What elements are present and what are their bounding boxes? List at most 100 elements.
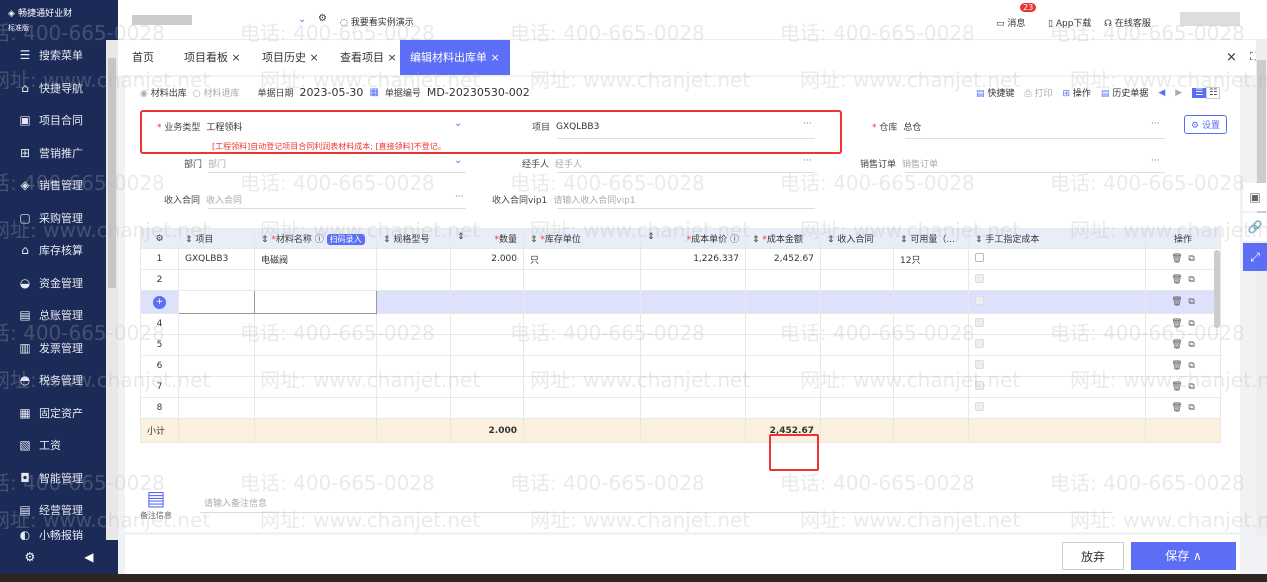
gear-icon[interactable]: ⚙ [318, 13, 327, 24]
copy-row-icon[interactable]: ⧉ [1188, 382, 1194, 392]
income-contract-field[interactable]: 收入合同 [206, 193, 242, 206]
radio-material-return[interactable]: ○ 材料退库 [193, 86, 240, 99]
manual-cost-checkbox[interactable] [975, 274, 984, 283]
settings-icon[interactable]: ⚙ [25, 550, 36, 564]
copy-row-icon[interactable]: ⧉ [1188, 340, 1194, 350]
avatar[interactable] [1180, 12, 1240, 26]
delete-icon[interactable]: 🗑 [1171, 403, 1182, 413]
manual-cost-checkbox[interactable] [975, 253, 984, 262]
table-row[interactable]: 2 🗑 ⧉ [140, 269, 1221, 291]
attachment-icon[interactable]: 🔗 [1243, 213, 1267, 241]
col-manual-cost[interactable]: ⇕ 手工指定成本 [968, 228, 1146, 249]
calendar-icon[interactable]: ▦ [369, 87, 378, 98]
delete-icon[interactable]: 🗑 [1171, 382, 1182, 392]
chevron-down-icon[interactable]: ⌄ [298, 14, 306, 25]
table-row[interactable]: 1 GXQLBB3 电磁阀 2.000 只 1,226.337 2,452.67 12只 🗑 ⧉ [140, 248, 1221, 270]
copy-row-icon[interactable]: ⧉ [1188, 254, 1194, 264]
save-button[interactable]: 保存 ∧ [1131, 542, 1236, 570]
more-icon[interactable]: ··· [1151, 119, 1160, 129]
remarks-input[interactable]: 请输入备注信息 [204, 496, 267, 509]
sidebar-item[interactable]: ⌂ 库存核算 [0, 235, 106, 265]
draft-icon[interactable]: ▣ [1243, 183, 1267, 211]
dept-field[interactable]: 部门 [208, 157, 226, 170]
delete-icon[interactable]: 🗑 [1171, 297, 1182, 307]
messages-button[interactable]: ▭ 消息 [996, 16, 1025, 29]
col-income-contract[interactable]: ⇕ 收入合同 [820, 228, 894, 249]
table-row[interactable]: 5 🗑 ⧉ [140, 334, 1221, 356]
sidebar-item[interactable]: ▢ 采购管理 [0, 203, 106, 233]
table-row[interactable]: 7 🗑 ⧉ [140, 376, 1221, 398]
income-contract-vip-field[interactable]: 请输入收入合同vip1 [553, 193, 635, 206]
close-icon[interactable]: × [1226, 50, 1237, 65]
chevron-down-icon[interactable]: ⌄ [454, 155, 462, 166]
settings-button[interactable]: ⚙ 设置 [1184, 115, 1227, 134]
table-scrollbar[interactable] [1214, 250, 1220, 328]
copy-row-icon[interactable]: ⧉ [1188, 361, 1194, 371]
tab-home[interactable]: 首页 [132, 40, 154, 75]
sidebar-item[interactable]: ⌂ 快捷导航 [0, 73, 106, 103]
add-row-icon[interactable]: + [153, 295, 166, 309]
table-row[interactable]: 4 🗑 ⧉ [140, 313, 1221, 335]
sidebar-item[interactable]: ◒ 资金管理 [0, 268, 106, 298]
column-settings-icon[interactable]: ⚙ [140, 228, 179, 249]
manual-cost-checkbox[interactable] [975, 360, 984, 369]
tab-edit-material-out[interactable]: 编辑材料出库单 × [400, 40, 510, 75]
support-button[interactable]: ☊ 在线客服 [1104, 16, 1151, 29]
sidebar-item[interactable]: ▣ 项目合同 [0, 105, 106, 135]
sidebar-item[interactable]: ▦ 固定资产 [0, 398, 106, 428]
delete-icon[interactable]: 🗑 [1171, 319, 1182, 329]
scan-entry-button[interactable]: 扫码录入 [326, 234, 365, 245]
copy-row-icon[interactable]: ⧉ [1188, 297, 1194, 307]
history-button[interactable]: ▤ 历史单据 [1101, 86, 1148, 99]
print-button[interactable]: ⎙ 打印 [1024, 86, 1052, 99]
sidebar-item[interactable]: ▧ 工资 [0, 430, 106, 460]
more-icon[interactable]: ··· [1151, 156, 1160, 166]
more-icon[interactable]: ··· [803, 156, 812, 166]
discard-button[interactable]: 放弃 [1062, 542, 1124, 570]
sidebar-item[interactable]: ▥ 发票管理 [0, 333, 106, 363]
company-selector[interactable] [132, 15, 192, 25]
sidebar-item[interactable]: ◓ 税务管理 [0, 365, 106, 395]
sidebar-item[interactable]: ◈ 销售管理 [0, 170, 106, 200]
copy-row-icon[interactable]: ⧉ [1188, 403, 1194, 413]
sidebar-item[interactable]: ▤ 总账管理 [0, 300, 106, 330]
more-icon[interactable]: ··· [455, 192, 464, 202]
delete-icon[interactable]: 🗑 [1171, 361, 1182, 371]
tab-project-history[interactable]: 项目历史 × [262, 40, 319, 75]
expand-icon[interactable]: ⤢ [1243, 243, 1267, 271]
sidebar-scrollbar[interactable] [106, 40, 118, 540]
collapse-icon[interactable]: ◀ [84, 550, 93, 564]
col-qty[interactable]: ⇕ *数量 [450, 228, 524, 249]
manual-cost-checkbox[interactable] [975, 339, 984, 348]
page-scrollbar[interactable] [1256, 40, 1267, 535]
tab-view-project[interactable]: 查看项目 × [340, 40, 397, 75]
tab-project-board[interactable]: 项目看板 × [184, 40, 241, 75]
delete-icon[interactable]: 🗑 [1171, 340, 1182, 350]
delete-icon[interactable]: 🗑 [1171, 254, 1182, 264]
sidebar-item[interactable]: ◘ 智能管理 [0, 463, 106, 493]
manual-cost-checkbox[interactable] [975, 318, 984, 327]
manual-cost-checkbox[interactable] [975, 296, 984, 305]
sales-order-field[interactable]: 销售订单 [902, 157, 938, 170]
table-row[interactable]: 8 🗑 ⧉ [140, 397, 1221, 419]
warehouse-field[interactable]: 总仓 [903, 120, 921, 133]
detail-view-icon[interactable]: ☷ [1206, 86, 1221, 99]
copy-row-icon[interactable]: ⧉ [1188, 319, 1194, 329]
col-unit[interactable]: ⇕ *库存单位 [523, 228, 641, 249]
sidebar-item[interactable]: ⊞ 营销推广 [0, 138, 106, 168]
next-icon[interactable]: ▶ [1175, 88, 1182, 98]
radio-material-out[interactable]: ◉ 材料出库 [140, 86, 187, 99]
operations-button[interactable]: ⊞ 操作 [1062, 86, 1090, 99]
sidebar-item[interactable]: ▤ 经营管理 [0, 495, 106, 525]
demo-link[interactable]: ◌ 我要看实例演示 [340, 15, 414, 28]
date-field[interactable]: 2023-05-30 [300, 86, 364, 99]
handler-field[interactable]: 经手人 [555, 157, 582, 170]
col-cost-amount[interactable]: ⇕ *成本金额 [745, 228, 821, 249]
table-row[interactable]: 6 🗑 ⧉ [140, 355, 1221, 377]
col-project[interactable]: ⇕ 项目 [178, 228, 255, 249]
prev-icon[interactable]: ◀ [1158, 88, 1165, 98]
list-view-icon[interactable]: ☰ [1192, 87, 1207, 98]
sidebar-item[interactable]: ☰ 搜索菜单 [0, 40, 106, 70]
table-row[interactable]: + 🗑 ⧉ [140, 290, 1221, 314]
app-download-button[interactable]: ▯ App下载 [1048, 16, 1091, 29]
